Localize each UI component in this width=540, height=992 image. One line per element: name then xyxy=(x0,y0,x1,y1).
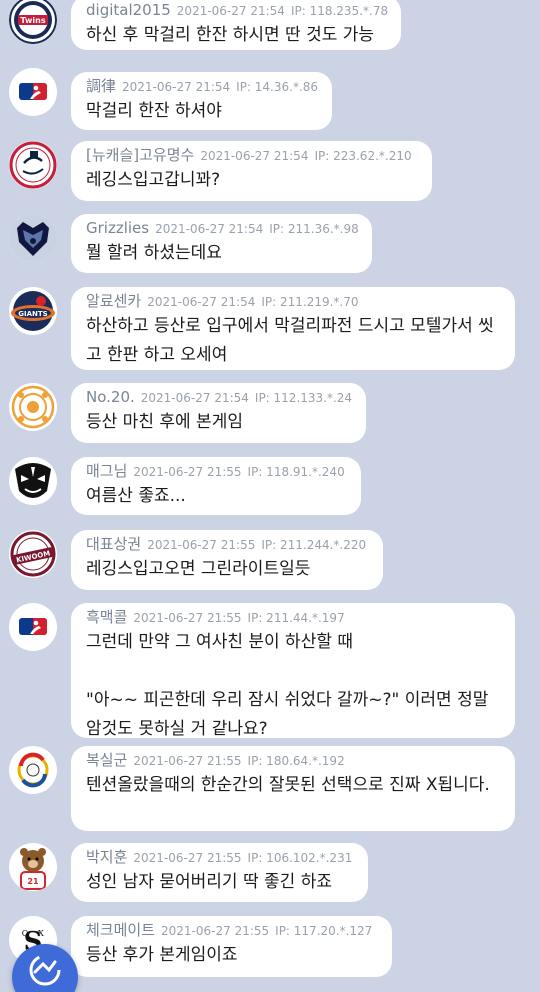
comment-bubble: 알료센카 2021-06-27 21:54 IP: 211.219.*.70 하산하… xyxy=(71,287,515,370)
comment-datetime: 2021-06-27 21:55 xyxy=(133,851,242,865)
comment-nickname[interactable]: 매그님 xyxy=(86,462,127,480)
kbo-logo-icon[interactable] xyxy=(9,746,57,794)
comment-bubble: 대표상권 2021-06-27 21:55 IP: 211.244.*.220 레깅… xyxy=(71,530,383,590)
svg-text:21: 21 xyxy=(27,877,39,886)
grizzlies-logo-icon[interactable] xyxy=(9,214,57,262)
comment-ip: IP: 211.219.*.70 xyxy=(261,295,359,309)
comment-ip: IP: 211.44.*.197 xyxy=(247,611,345,625)
comment-bubble: 복실군 2021-06-27 21:55 IP: 180.64.*.192 텐션올랐… xyxy=(71,746,515,831)
comment-ip: IP: 118.235.*.78 xyxy=(290,4,389,18)
comment-ip: IP: 118.91.*.240 xyxy=(247,465,345,479)
comment-bubble: 흑맥콜 2021-06-27 21:55 IP: 211.44.*.197 그런데 … xyxy=(71,603,515,739)
comment-text: 텐션올랐을때의 한순간의 잘못된 선택으로 진짜 X됩니다. xyxy=(86,775,490,795)
comment-text: 여름산 좋죠... xyxy=(86,486,186,506)
comment-text: 등산 후가 본게임이죠 xyxy=(86,945,238,965)
comment-datetime: 2021-06-27 21:54 xyxy=(155,222,264,236)
comment-datetime: 2021-06-27 21:54 xyxy=(140,391,249,405)
comment-ip: IP: 112.133.*.24 xyxy=(254,391,353,405)
comment-text: 등산 마친 후에 본게임 xyxy=(86,412,243,432)
yankees-logo-icon[interactable] xyxy=(9,141,57,189)
comment-bubble: [뉴캐슬]고유명수 2021-06-27 21:54 IP: 223.62.*.21… xyxy=(71,141,432,201)
comment-text: 하산하고 등산로 입구에서 막걸리파전 드시고 모텔가서 씻고 한판 하고 오세… xyxy=(86,316,494,365)
comment-datetime: 2021-06-27 21:54 xyxy=(176,4,285,18)
giants-logo-icon[interactable]: GIANTS xyxy=(9,287,57,335)
comment-ip: IP: 14.36.*.86 xyxy=(236,80,319,94)
comment-nickname[interactable]: 대표상권 xyxy=(86,535,141,553)
comment-nickname[interactable]: digital2015 xyxy=(86,1,171,19)
comment-text: 하신 후 막걸리 한잔 하시면 딴 것도 가능 xyxy=(86,25,375,45)
comment-text: 성인 남자 묻어버리기 딱 좋긴 하죠 xyxy=(86,872,332,892)
mlb-logo-icon[interactable] xyxy=(9,68,57,116)
comment-text: 막걸리 한잔 하셔야 xyxy=(86,101,222,121)
comment-ip: IP: 211.244.*.220 xyxy=(261,538,367,552)
comment-ip: IP: 106.102.*.231 xyxy=(247,851,353,865)
svg-text:GIANTS: GIANTS xyxy=(18,310,47,318)
circle-pattern-icon[interactable] xyxy=(9,383,57,431)
mlb-logo-icon[interactable] xyxy=(9,603,57,651)
svg-text:X: X xyxy=(38,929,44,938)
mask-icon[interactable] xyxy=(9,457,57,505)
comment-ip: IP: 117.20.*.127 xyxy=(275,924,373,938)
comment-bubble: 매그님 2021-06-27 21:55 IP: 118.91.*.240 여름산 … xyxy=(71,457,361,515)
comment-ip: IP: 223.62.*.210 xyxy=(314,149,412,163)
comment-nickname[interactable]: 박지훈 xyxy=(86,848,127,866)
comment-datetime: 2021-06-27 21:55 xyxy=(147,538,256,552)
comment-bubble: Grizzlies 2021-06-27 21:54 IP: 211.36.*.98… xyxy=(71,214,372,273)
comment-datetime: 2021-06-27 21:54 xyxy=(122,80,231,94)
comment-datetime: 2021-06-27 21:54 xyxy=(200,149,309,163)
kiwoom-logo-icon[interactable]: KIWOOM xyxy=(9,530,57,578)
comment-ip: IP: 211.36.*.98 xyxy=(269,222,359,236)
comment-ip: IP: 180.64.*.192 xyxy=(247,754,345,768)
comment-nickname[interactable]: Grizzlies xyxy=(86,219,149,237)
comment-nickname[interactable]: [뉴캐슬]고유명수 xyxy=(86,146,194,164)
comment-bubble: 체크메이트 2021-06-27 21:55 IP: 117.20.*.127 등산… xyxy=(71,916,392,977)
refresh-icon xyxy=(29,954,61,986)
comment-datetime: 2021-06-27 21:55 xyxy=(133,754,242,768)
bear-mascot-icon[interactable]: 21 xyxy=(9,843,57,891)
comment-datetime: 2021-06-27 21:55 xyxy=(133,465,242,479)
twins-logo-icon[interactable]: Twins xyxy=(9,0,57,44)
comment-text: 그런데 만약 그 여사친 분이 하산할 때 "아~~ 피곤한데 우리 잠시 쉬었… xyxy=(86,632,489,739)
comment-bubble: 調律 2021-06-27 21:54 IP: 14.36.*.86 막걸리 한잔 … xyxy=(71,72,332,130)
comment-list: Twins digital2015 2021-06-27 21:54 IP: 118… xyxy=(0,0,540,992)
comment-nickname[interactable]: 흑맥콜 xyxy=(86,608,127,626)
comment-datetime: 2021-06-27 21:55 xyxy=(161,924,270,938)
comment-text: 뭘 할려 하셨는데요 xyxy=(86,243,222,263)
comment-nickname[interactable]: 복실군 xyxy=(86,751,127,769)
comment-bubble: digital2015 2021-06-27 21:54 IP: 118.235.*… xyxy=(71,0,401,50)
comment-datetime: 2021-06-27 21:55 xyxy=(133,611,242,625)
comment-bubble: 박지훈 2021-06-27 21:55 IP: 106.102.*.231 성인 … xyxy=(71,843,368,902)
comment-nickname[interactable]: 알료센카 xyxy=(86,292,141,310)
comment-datetime: 2021-06-27 21:54 xyxy=(147,295,256,309)
svg-text:Twins: Twins xyxy=(20,16,45,25)
comment-bubble: No.20. 2021-06-27 21:54 IP: 112.133.*.24 등… xyxy=(71,383,366,443)
comment-text: 레깅스입고갑니꽈? xyxy=(86,170,221,190)
comment-nickname[interactable]: 調律 xyxy=(86,77,116,95)
comment-nickname[interactable]: 체크메이트 xyxy=(86,921,155,939)
svg-text:O: O xyxy=(22,929,29,938)
comment-nickname[interactable]: No.20. xyxy=(86,388,135,406)
comment-text: 레깅스입고오면 그린라이트일듯 xyxy=(86,559,311,579)
